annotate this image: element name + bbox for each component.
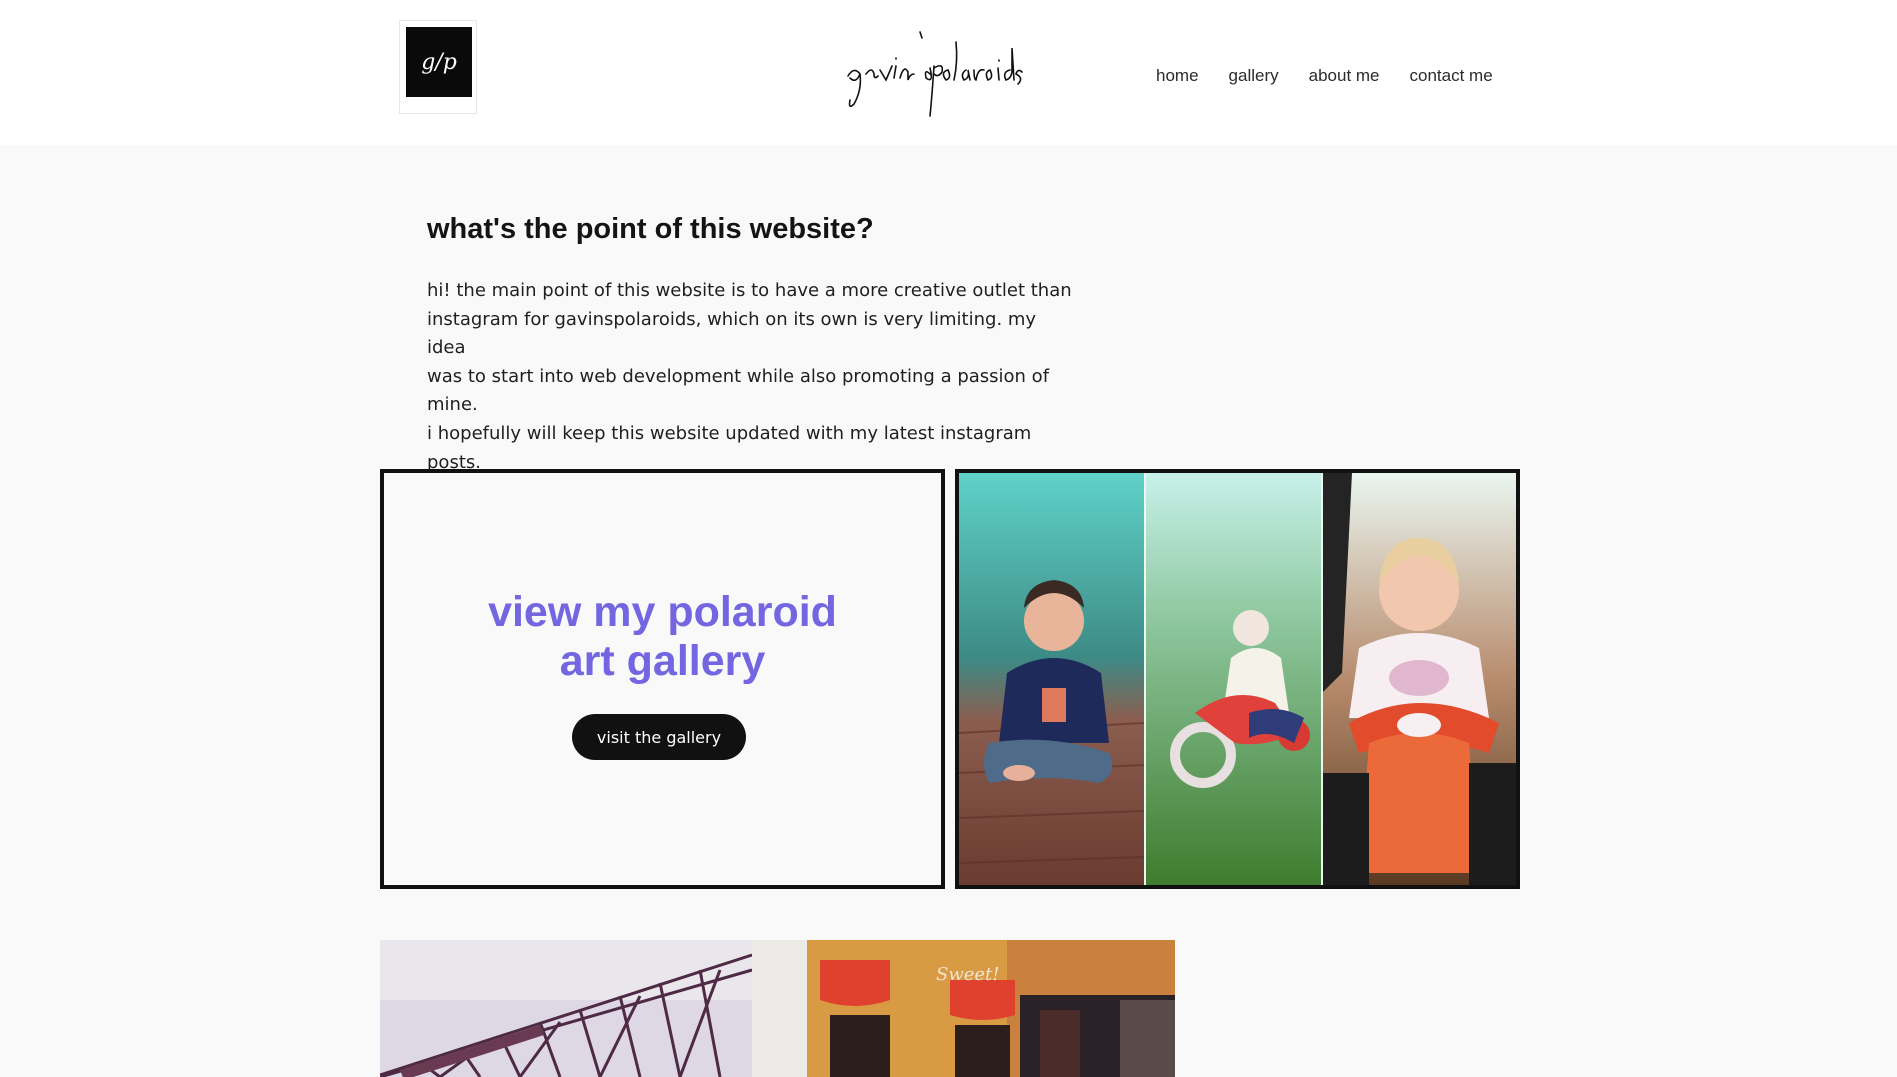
main-nav: home gallery about me contact me [1156, 66, 1523, 86]
gallery-promo-heading-line2: art gallery [559, 637, 766, 685]
nav-contact-me[interactable]: contact me [1410, 66, 1493, 86]
logo-mark: g/p [406, 27, 472, 97]
featured-polaroid-collage [955, 469, 1520, 889]
bottom-photo-image: Sweet! [380, 940, 1175, 1077]
intro-body: hi! the main point of this website is to… [427, 277, 1077, 477]
brand-signature[interactable] [840, 18, 1040, 118]
collage-image [959, 473, 1516, 885]
intro-line: was to start into web development while … [427, 365, 1050, 416]
site-header: g/p home gallery about me contact me [0, 0, 1897, 145]
intro-title: what's the point of this website? [427, 213, 874, 245]
nav-gallery[interactable]: gallery [1229, 66, 1279, 86]
storefront-sign-text: Sweet! [936, 964, 1000, 985]
intro-line: i hopefully will keep this website updat… [427, 422, 1032, 473]
visit-gallery-button[interactable]: visit the gallery [572, 714, 746, 760]
site-logo[interactable]: g/p [399, 20, 477, 114]
gallery-promo-heading-line1: view my polaroid [488, 588, 837, 636]
intro-line: hi! the main point of this website is to… [427, 280, 1072, 301]
logo-text: g/p [421, 49, 457, 75]
nav-home[interactable]: home [1156, 66, 1199, 86]
gallery-promo-card: view my polaroid art gallery [380, 469, 945, 889]
nav-about-me[interactable]: about me [1309, 66, 1380, 86]
intro-line: instagram for gavinspolaroids, which on … [427, 308, 1037, 359]
gallery-promo-heading: view my polaroid art gallery [384, 588, 941, 686]
bottom-polaroid-strip: Sweet! [380, 940, 1175, 1077]
